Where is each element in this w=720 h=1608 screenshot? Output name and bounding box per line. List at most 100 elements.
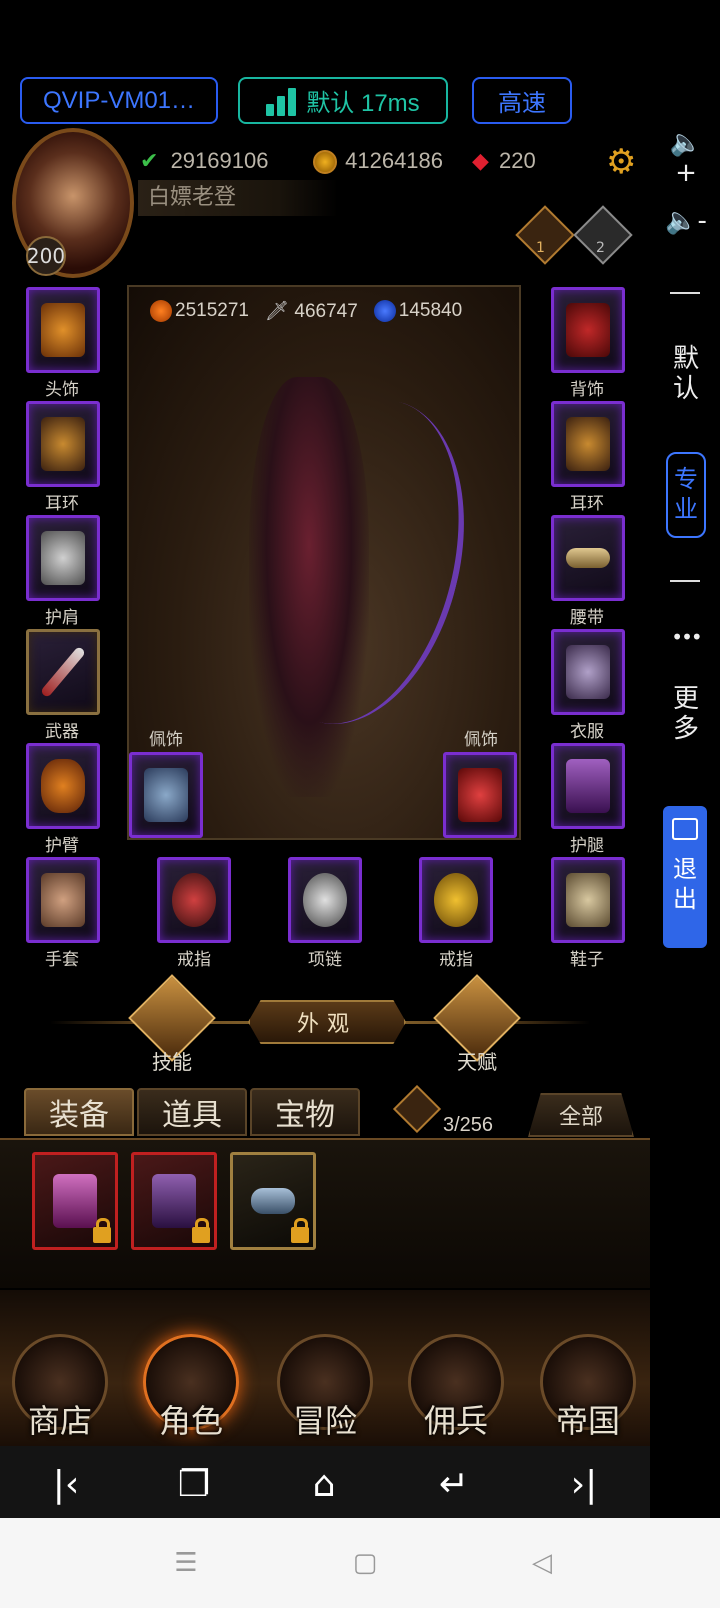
- inventory-item[interactable]: [230, 1152, 316, 1250]
- slot-shoulder-label: 护肩: [45, 608, 79, 628]
- slot-ring-right[interactable]: [419, 857, 493, 943]
- home-square-icon[interactable]: ▢: [348, 1546, 382, 1580]
- slot-belt[interactable]: [551, 515, 625, 601]
- sort-refresh-icon[interactable]: [392, 1084, 442, 1134]
- amulet-icon: [144, 768, 188, 822]
- sword-icon: 🗡: [264, 301, 290, 322]
- slot-ring-left[interactable]: [157, 857, 231, 943]
- tab-equipment[interactable]: 装备: [24, 1088, 134, 1136]
- inventory-item[interactable]: [131, 1152, 217, 1250]
- gold-coin-icon: [313, 150, 337, 175]
- slot-gloves-label: 手套: [45, 950, 79, 970]
- belt-icon: [251, 1188, 295, 1214]
- signal-bars-icon: [266, 86, 297, 116]
- nav-shop-label[interactable]: 商店: [12, 1396, 108, 1442]
- skip-back-icon[interactable]: |‹: [44, 1462, 88, 1506]
- more-button[interactable]: 更多: [664, 684, 708, 744]
- slot-shoes[interactable]: [551, 857, 625, 943]
- mana-resource: 145840: [373, 299, 462, 322]
- nav-mercenary-label[interactable]: 佣兵: [408, 1396, 504, 1442]
- rank-badge-1-icon[interactable]: [515, 205, 575, 265]
- slot-earring-right-label: 耳环: [570, 494, 604, 514]
- mode-pro-button[interactable]: 专业: [666, 452, 706, 538]
- talent-label: 天赋: [457, 1050, 497, 1074]
- exit-icon: [672, 818, 698, 840]
- gold-stat: 41264186: [313, 148, 443, 175]
- ring-icon: [434, 873, 478, 927]
- resource-bar: 2515271 🗡 466747 145840: [150, 296, 462, 326]
- rank-badge-1-label: 1: [536, 240, 545, 256]
- earring-icon: [566, 417, 610, 471]
- cape-icon: [566, 303, 610, 357]
- home-icon[interactable]: ⌂: [302, 1462, 346, 1506]
- volume-down-icon[interactable]: 🔈-: [664, 206, 708, 246]
- slot-necklace-label: 项链: [308, 950, 342, 970]
- skip-forward-icon[interactable]: ›|: [562, 1462, 606, 1506]
- mode-default-button[interactable]: 默认: [664, 344, 708, 404]
- ruby-icon: ◆: [472, 148, 489, 173]
- multi-window-icon[interactable]: ❐: [172, 1462, 216, 1506]
- exit-label: 退出: [673, 855, 697, 913]
- earring-icon: [41, 417, 85, 471]
- network-latency-button[interactable]: 默认 17ms: [238, 77, 448, 124]
- slot-earring-right[interactable]: [551, 401, 625, 487]
- slot-necklace[interactable]: [288, 857, 362, 943]
- slot-back-label: 背饰: [570, 380, 604, 400]
- slot-head[interactable]: [26, 287, 100, 373]
- boots-icon: [566, 873, 610, 927]
- menu-icon[interactable]: ☰: [169, 1546, 203, 1580]
- slot-shoulder[interactable]: [26, 515, 100, 601]
- slot-accessory-right-label: 佩饰: [464, 730, 498, 750]
- filter-all-button[interactable]: 全部: [528, 1093, 634, 1137]
- cloak-icon: [152, 1174, 196, 1228]
- mana-orb-icon: [373, 299, 396, 322]
- inventory-item[interactable]: [32, 1152, 118, 1250]
- shoulder-armor-icon: [41, 531, 85, 585]
- slot-accessory-right[interactable]: [443, 752, 517, 838]
- slot-legs[interactable]: [551, 743, 625, 829]
- back-return-icon[interactable]: ↵: [432, 1462, 476, 1506]
- speed-mode-button[interactable]: 高速: [472, 77, 572, 124]
- inventory-count: 3/256: [443, 1114, 494, 1136]
- nav-adventure-label[interactable]: 冒险: [277, 1396, 373, 1442]
- slot-arm[interactable]: [26, 743, 100, 829]
- more-dots-icon[interactable]: •••: [664, 622, 708, 652]
- necklace-icon: [303, 873, 347, 927]
- tab-items[interactable]: 道具: [137, 1088, 247, 1136]
- nav-character-label[interactable]: 角色: [143, 1396, 239, 1442]
- vm-selector-button[interactable]: QVIP-VM01…: [20, 77, 218, 124]
- leg-armor-icon: [566, 759, 610, 813]
- slot-shoes-label: 鞋子: [570, 950, 604, 970]
- power-icon: ✔: [140, 148, 159, 173]
- slot-ring-left-label: 戒指: [177, 950, 211, 970]
- slot-arm-label: 护臂: [45, 836, 79, 856]
- exit-button[interactable]: 退出: [663, 806, 707, 948]
- outfit-button[interactable]: 外观: [248, 1000, 406, 1044]
- arm-guard-icon: [41, 759, 85, 813]
- food-orb-icon: [150, 299, 172, 322]
- tab-treasure[interactable]: 宝物: [250, 1088, 360, 1136]
- volume-up-icon[interactable]: 🔈+: [664, 128, 708, 188]
- nav-empire-label[interactable]: 帝国: [540, 1396, 636, 1442]
- slot-clothes-label: 衣服: [570, 722, 604, 742]
- divider: [670, 292, 700, 294]
- slot-gloves[interactable]: [26, 857, 100, 943]
- slot-back[interactable]: [551, 287, 625, 373]
- slot-head-label: 头饰: [45, 380, 79, 400]
- skills-label: 技能: [152, 1050, 192, 1074]
- slot-earring-left[interactable]: [26, 401, 100, 487]
- slot-accessory-left[interactable]: [129, 752, 203, 838]
- divider: [670, 580, 700, 582]
- player-level-badge: 200: [26, 236, 66, 276]
- slot-legs-label: 护腿: [570, 836, 604, 856]
- gloves-icon: [41, 873, 85, 927]
- cape-icon: [53, 1174, 97, 1228]
- rank-badge-2-label: 2: [596, 240, 605, 256]
- settings-gear-icon[interactable]: ⚙: [606, 145, 636, 179]
- attack-resource: 🗡 466747: [264, 301, 358, 322]
- back-triangle-icon[interactable]: ◁: [525, 1546, 559, 1580]
- slot-clothes[interactable]: [551, 629, 625, 715]
- slot-belt-label: 腰带: [570, 608, 604, 628]
- emblem-icon: [458, 768, 502, 822]
- slot-weapon[interactable]: [26, 629, 100, 715]
